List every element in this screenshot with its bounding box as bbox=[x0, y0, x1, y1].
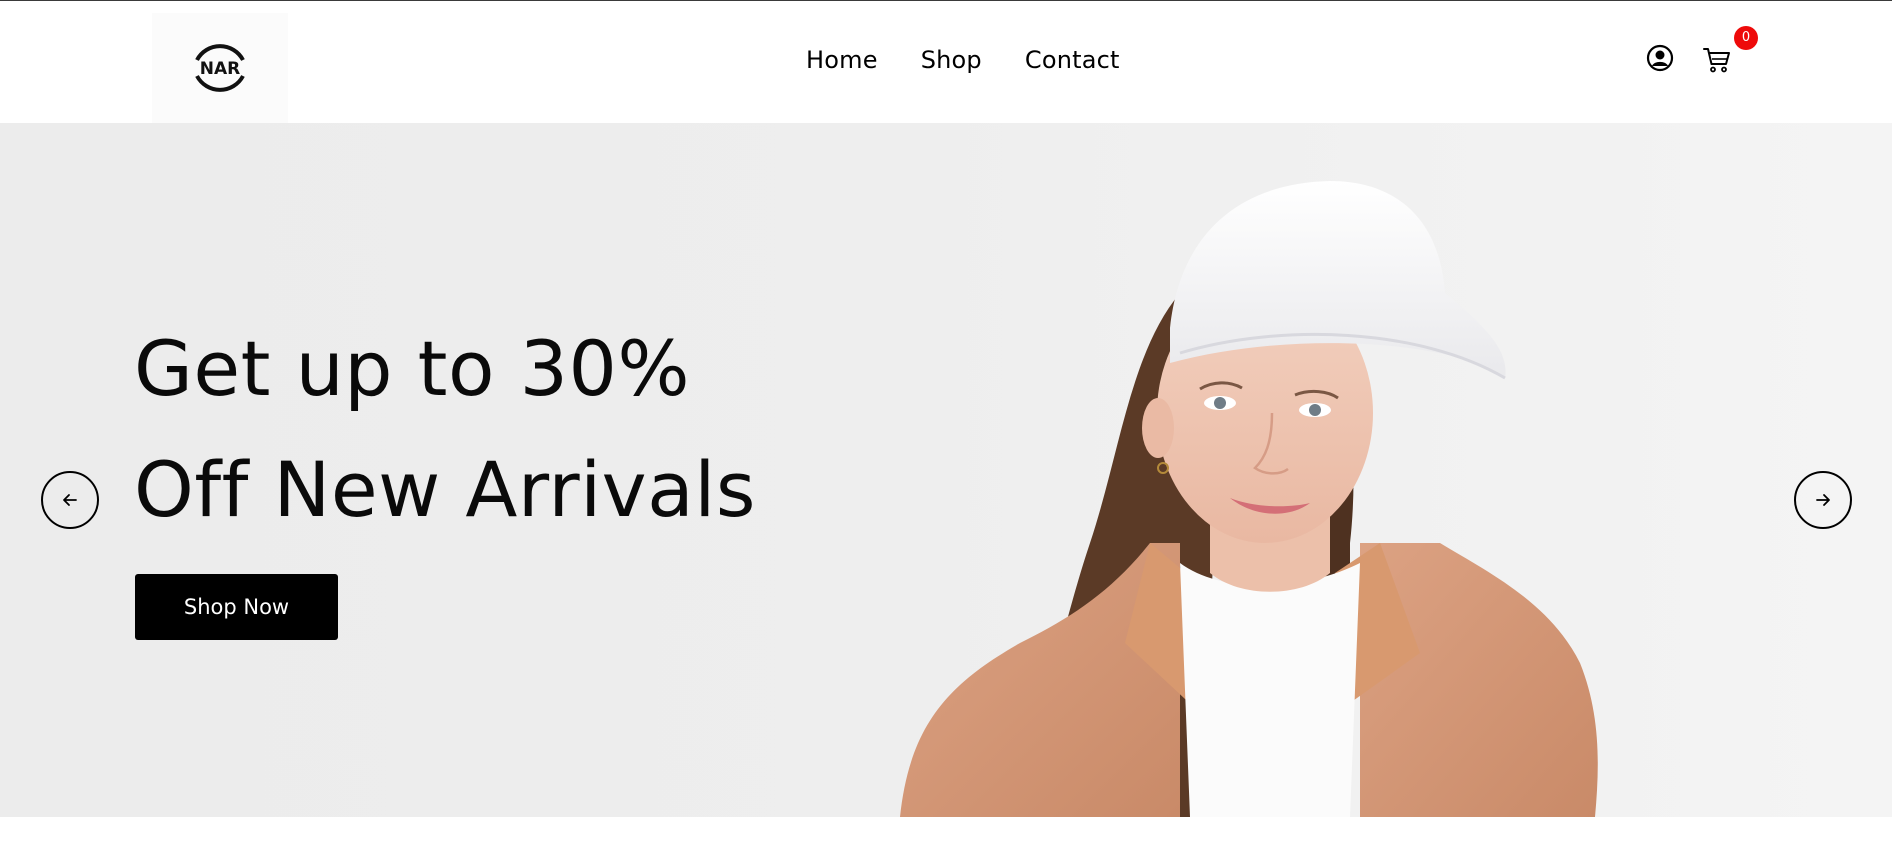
arrow-right-icon bbox=[1816, 494, 1830, 506]
hero-headline-line1: Get up to 30% bbox=[134, 324, 691, 413]
nav-shop[interactable]: Shop bbox=[921, 46, 982, 74]
main-nav: Home Shop Contact bbox=[806, 46, 1120, 74]
hero-headline-line2: Off New Arrivals bbox=[134, 445, 756, 534]
nav-contact[interactable]: Contact bbox=[1025, 46, 1120, 74]
hero-model-image bbox=[880, 123, 1892, 817]
hero-slider: Get up to 30% Off New Arrivals Shop Now bbox=[0, 123, 1892, 817]
nav-home[interactable]: Home bbox=[806, 46, 878, 74]
logo-text: NAR bbox=[200, 59, 240, 79]
site-header: NAR Home Shop Contact 0 bbox=[0, 1, 1892, 123]
slider-prev-button[interactable] bbox=[41, 471, 99, 529]
arrow-left-icon bbox=[63, 494, 77, 506]
slider-next-button[interactable] bbox=[1794, 471, 1852, 529]
cart-count-badge: 0 bbox=[1734, 26, 1758, 50]
shop-now-button[interactable]: Shop Now bbox=[135, 574, 338, 640]
user-circle-icon[interactable] bbox=[1646, 44, 1674, 72]
hero-headline: Get up to 30% Off New Arrivals bbox=[134, 308, 756, 550]
brand-logo[interactable]: NAR bbox=[152, 13, 288, 123]
circle-ring-logo-icon: NAR bbox=[195, 44, 245, 92]
shopping-cart-icon[interactable] bbox=[1702, 45, 1732, 75]
